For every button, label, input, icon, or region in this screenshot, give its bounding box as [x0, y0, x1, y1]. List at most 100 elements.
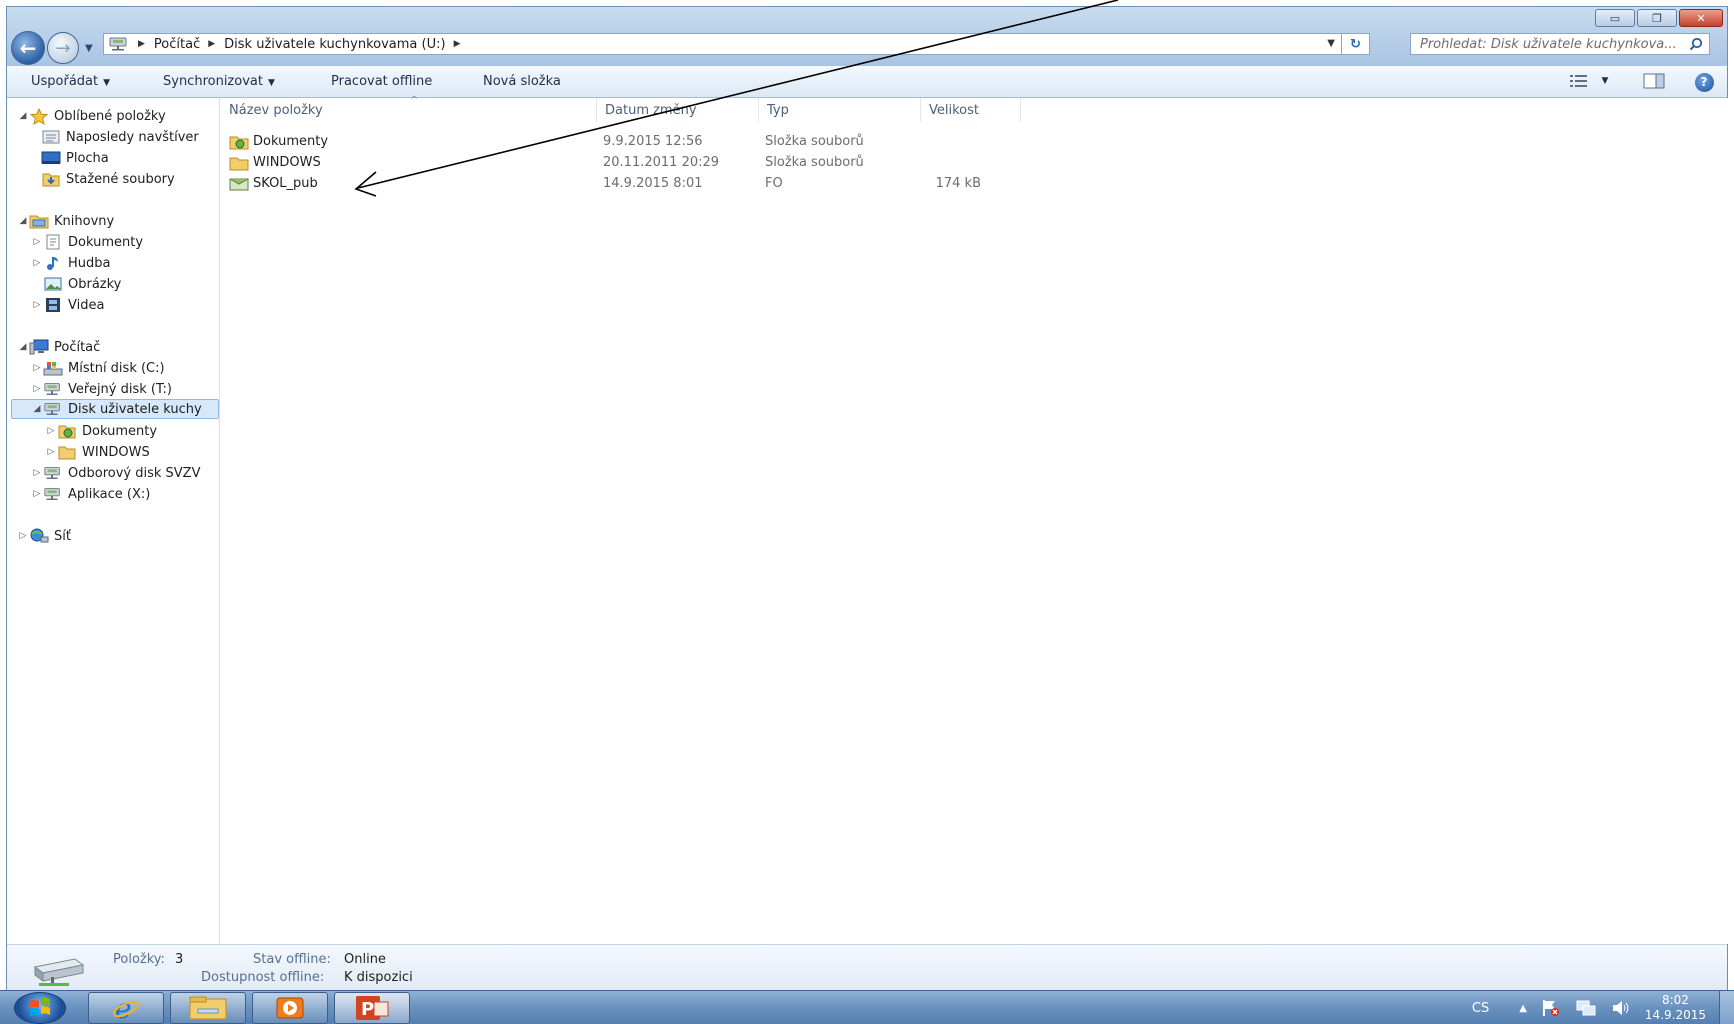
tree-sub-documents[interactable]: ▷ Dokumenty	[45, 421, 157, 441]
address-history-dropdown[interactable]: ▼	[1327, 38, 1335, 49]
clock-time: 8:02	[1661, 993, 1689, 1007]
taskbar-explorer[interactable]	[170, 992, 246, 1024]
file-name: SKOL_pub	[253, 176, 318, 191]
tree-favorites[interactable]: ◢ Oblíbené položky	[17, 106, 166, 126]
collapsed-arrow-icon[interactable]: ▷	[31, 258, 43, 268]
navigation-pane: ◢ Oblíbené položky Naposledy navštíver P…	[7, 98, 220, 944]
back-arrow-icon: ←	[19, 36, 37, 60]
folder-icon	[229, 155, 249, 171]
preview-pane-button[interactable]	[1641, 72, 1667, 90]
tree-lib-pictures[interactable]: Obrázky	[31, 274, 121, 294]
tree-lib-documents[interactable]: ▷ Dokumenty	[31, 232, 143, 252]
show-desktop-button[interactable]	[1719, 991, 1734, 1024]
breadcrumb-separator-icon[interactable]: ▶	[454, 39, 461, 49]
tree-drive-svzv[interactable]: ▷ Odborový disk SVZV	[31, 463, 201, 483]
collapsed-arrow-icon[interactable]: ▷	[31, 363, 43, 373]
file-name: Dokumenty	[253, 134, 329, 149]
tree-downloads[interactable]: Stažené soubory	[41, 169, 175, 189]
network-drive-icon	[43, 465, 63, 481]
title-bar: ▭ ❐ ✕ ← → ▼ ▶ Počítač ▶ Disk uživatele k…	[7, 7, 1727, 66]
tree-item-label: Hudba	[68, 255, 111, 271]
tree-item-label: Stažené soubory	[66, 171, 175, 187]
collapsed-arrow-icon[interactable]: ▷	[17, 531, 29, 541]
table-row[interactable]: Dokumenty 9.9.2015 12:56 Složka souborů	[221, 132, 981, 152]
details-pane: Položky: 3 Stav offline: Online Dostupno…	[7, 944, 1727, 991]
new-folder-button[interactable]: Nová složka	[483, 74, 561, 89]
action-center-flag-icon[interactable]	[1541, 999, 1561, 1017]
column-header-type[interactable]: Typ	[759, 98, 921, 122]
column-header-date[interactable]: Datum změny	[597, 98, 759, 122]
view-options-dropdown[interactable]: ▼	[1597, 72, 1613, 90]
tree-drive-x[interactable]: ▷ Aplikace (X:)	[31, 484, 151, 504]
tree-desktop[interactable]: Plocha	[41, 148, 109, 168]
tree-item-label: Místní disk (C:)	[68, 360, 165, 376]
search-box[interactable]	[1410, 33, 1710, 55]
table-row[interactable]: WINDOWS 20.11.2011 20:29 Složka souborů	[221, 153, 981, 173]
collapsed-arrow-icon[interactable]: ▷	[31, 489, 43, 499]
tree-network[interactable]: ▷ Síť	[17, 526, 71, 546]
collapsed-arrow-icon[interactable]: ▷	[31, 384, 43, 394]
tree-lib-music[interactable]: ▷ Hudba	[31, 253, 111, 273]
tree-drive-t[interactable]: ▷ Veřejný disk (T:)	[31, 379, 172, 399]
expanded-arrow-icon[interactable]: ◢	[17, 342, 29, 352]
tree-recent-places[interactable]: Naposledy navštíver	[41, 127, 199, 147]
libraries-label: Knihovny	[54, 213, 115, 229]
tree-sub-windows[interactable]: ▷ WINDOWS	[45, 442, 150, 462]
collapsed-arrow-icon[interactable]: ▷	[31, 300, 43, 310]
language-indicator[interactable]: CS	[1472, 1001, 1489, 1016]
expanded-arrow-icon[interactable]: ◢	[31, 404, 43, 414]
file-date: 14.9.2015 8:01	[603, 176, 703, 191]
drive-icon-large	[29, 953, 87, 993]
maximize-button[interactable]: ❐	[1637, 9, 1677, 27]
network-status-icon[interactable]	[1575, 999, 1597, 1017]
table-row[interactable]: SKOL_pub 14.9.2015 8:01 FO 174 kB	[221, 174, 981, 194]
collapsed-arrow-icon[interactable]: ▷	[45, 447, 57, 457]
refresh-button[interactable]: ↻	[1341, 33, 1369, 55]
column-header-name[interactable]: Název položky ^	[221, 95, 597, 122]
favorites-label: Oblíbené položky	[54, 108, 166, 124]
minimize-button[interactable]: ▭	[1595, 9, 1635, 27]
expanded-arrow-icon[interactable]: ◢	[17, 216, 29, 226]
address-bar[interactable]: ▶ Počítač ▶ Disk uživatele kuchynkovama …	[103, 33, 1370, 55]
powerpoint-icon: P	[356, 996, 389, 1020]
breadcrumb-separator-icon[interactable]: ▶	[208, 39, 215, 49]
network-label: Síť	[54, 528, 71, 544]
tree-item-label: Dokumenty	[68, 234, 144, 250]
taskbar-powerpoint[interactable]: P	[334, 992, 410, 1024]
collapsed-arrow-icon[interactable]: ▷	[31, 237, 43, 247]
show-hidden-icons-button[interactable]: ▲	[1519, 1003, 1527, 1014]
back-button[interactable]: ←	[11, 31, 45, 65]
volume-speaker-icon[interactable]	[1611, 999, 1631, 1017]
column-header-size[interactable]: Velikost	[921, 98, 1021, 122]
collapsed-arrow-icon[interactable]: ▷	[31, 468, 43, 478]
help-button[interactable]: ?	[1693, 72, 1715, 92]
close-button[interactable]: ✕	[1679, 9, 1723, 27]
tree-drive-u-selected[interactable]: ◢ Disk uživatele kuchy	[11, 399, 219, 419]
tree-libraries[interactable]: ◢ Knihovny	[17, 211, 114, 231]
star-icon	[29, 107, 49, 125]
view-options-button[interactable]	[1567, 72, 1591, 90]
expanded-arrow-icon[interactable]: ◢	[17, 111, 29, 121]
breadcrumb-separator-icon[interactable]: ▶	[138, 39, 145, 49]
search-input[interactable]	[1420, 36, 1680, 52]
sync-menu[interactable]: Synchronizovat ▼	[163, 74, 275, 89]
start-button[interactable]	[14, 992, 66, 1024]
breadcrumb-computer[interactable]: Počítač	[154, 37, 200, 52]
tree-computer[interactable]: ◢ Počítač	[17, 337, 100, 357]
recent-pages-dropdown[interactable]: ▼	[85, 43, 93, 54]
taskbar-media-player[interactable]	[252, 992, 328, 1024]
clock[interactable]: 8:02 14.9.2015	[1645, 993, 1706, 1023]
sync-folder-icon	[57, 423, 77, 439]
taskbar-internet-explorer[interactable]: e	[88, 992, 164, 1024]
tree-lib-videos[interactable]: ▷ Videa	[31, 295, 105, 315]
forward-button[interactable]: →	[47, 32, 79, 64]
search-icon[interactable]	[1689, 37, 1703, 51]
items-count-label: Položky:	[113, 952, 165, 967]
tree-drive-c[interactable]: ▷ Místní disk (C:)	[31, 358, 165, 378]
computer-label: Počítač	[54, 339, 101, 355]
breadcrumb-user-drive[interactable]: Disk uživatele kuchynkovama (U:)	[224, 37, 445, 52]
media-player-icon	[276, 997, 304, 1019]
collapsed-arrow-icon[interactable]: ▷	[45, 426, 57, 436]
organize-menu[interactable]: Uspořádat ▼	[31, 74, 110, 89]
work-offline-button[interactable]: Pracovat offline	[331, 74, 432, 89]
